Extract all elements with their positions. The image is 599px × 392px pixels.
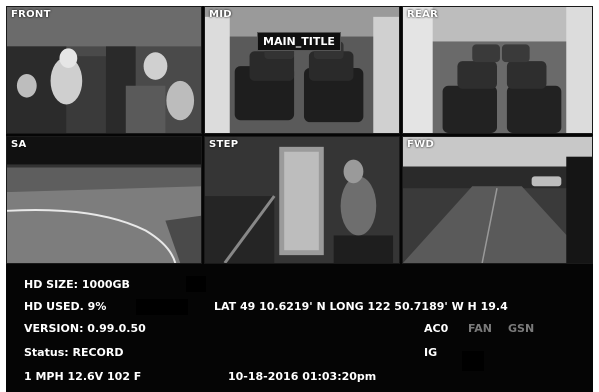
rear-camera-feed	[403, 7, 592, 133]
camera-tile-fwd[interactable]: FWD	[402, 136, 593, 264]
camera-label-front: FRONT	[11, 9, 51, 20]
camera-tile-mid[interactable]: MID MAIN_TITLE	[204, 6, 400, 134]
fan-indicator: FAN	[468, 322, 492, 335]
datetime-text: 10-18-2016 01:03:20pm	[228, 370, 377, 383]
camera-label-fwd: FWD	[407, 139, 435, 150]
camera-tile-rear[interactable]: REAR	[402, 6, 593, 134]
gsn-indicator: GSN	[508, 322, 535, 335]
redaction-box	[136, 299, 188, 315]
record-status-text: Status: RECORD	[24, 346, 124, 359]
mid-camera-feed	[205, 7, 399, 133]
redaction-box	[186, 276, 206, 292]
camera-label-mid: MID	[209, 9, 232, 20]
redaction-box	[462, 351, 484, 371]
sa-camera-feed	[7, 137, 201, 263]
hd-size-text: HD SIZE: 1000GB	[24, 278, 130, 291]
step-camera-feed	[205, 137, 399, 263]
camera-label-sa: SA	[11, 139, 27, 150]
fwd-camera-feed	[403, 137, 592, 263]
camera-label-step: STEP	[209, 139, 239, 150]
dvr-monitor-screen: FRONT MID MAIN_TITLE REAR SA STEP FWD HD…	[6, 6, 593, 392]
main-title-overlay: MAIN_TITLE	[257, 32, 341, 51]
camera-tile-sa[interactable]: SA	[6, 136, 202, 264]
version-text: VERSION: 0.99.0.50	[24, 322, 146, 335]
camera-tile-front[interactable]: FRONT	[6, 6, 202, 134]
ig-indicator: IG	[424, 346, 438, 359]
gps-readout: LAT 49 10.6219' N LONG 122 50.7189' W H …	[214, 300, 508, 313]
camera-tile-step[interactable]: STEP	[204, 136, 400, 264]
camera-label-rear: REAR	[407, 9, 439, 20]
hd-used-text: HD USED. 9%	[24, 300, 107, 313]
front-camera-feed	[7, 7, 201, 133]
speed-voltage-temp-text: 1 MPH 12.6V 102 F	[24, 370, 142, 383]
ac-indicator: AC0	[424, 322, 449, 335]
